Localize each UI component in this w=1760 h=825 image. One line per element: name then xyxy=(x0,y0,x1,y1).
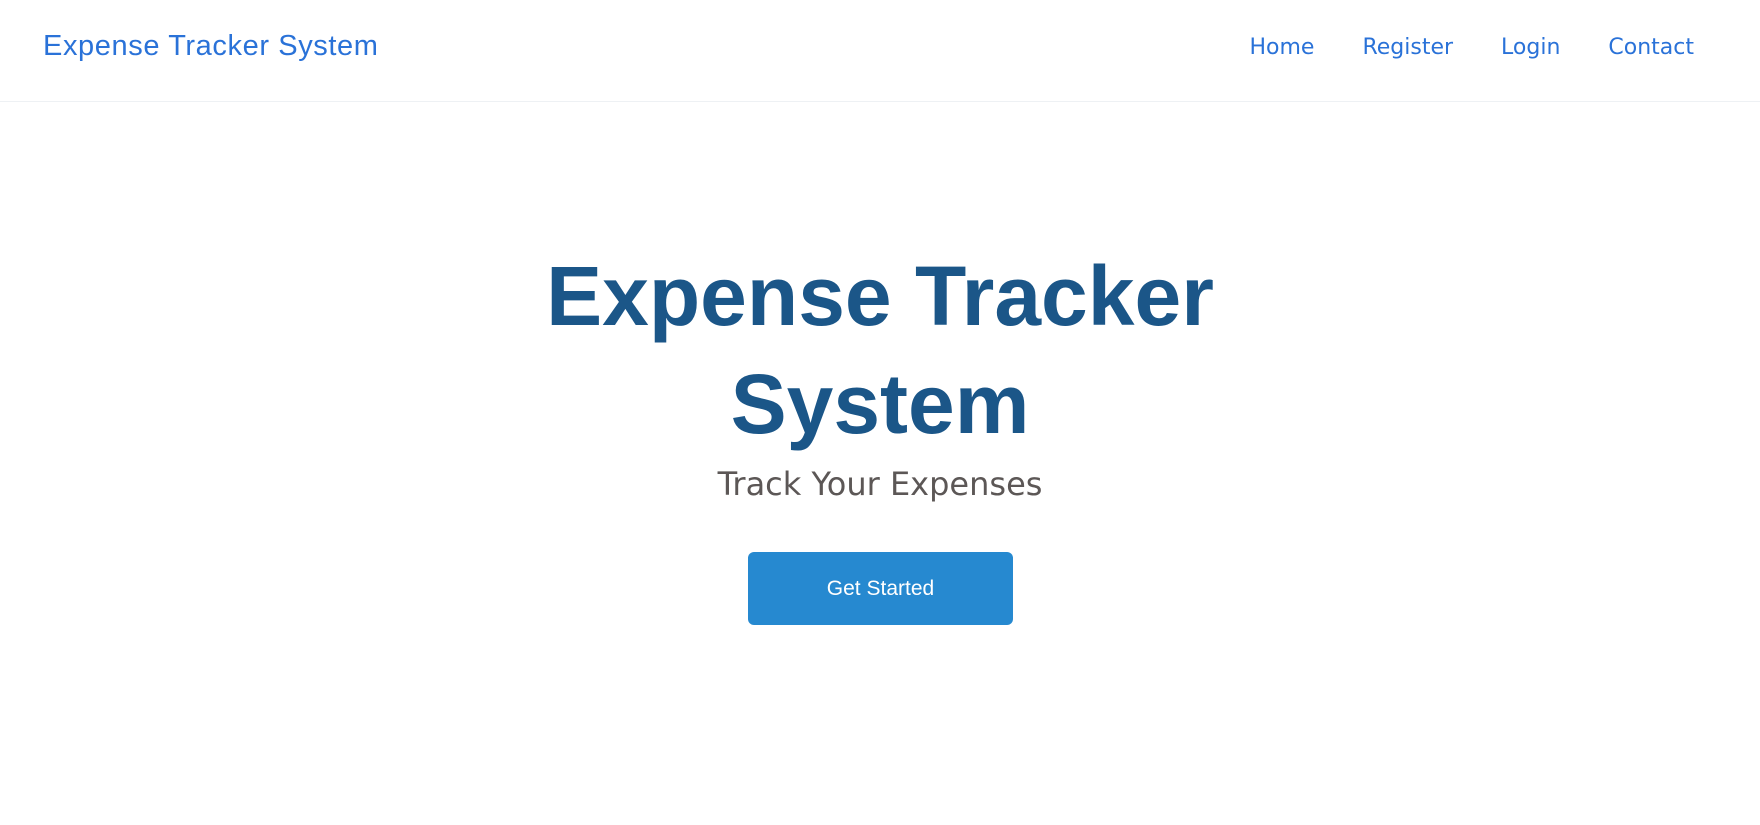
navbar: Expense Tracker System Home Register Log… xyxy=(0,0,1760,102)
nav-links: Home Register Login Contact xyxy=(1250,35,1695,60)
hero-subtitle: Track Your Expenses xyxy=(717,465,1043,503)
hero-title: Expense Tracker System xyxy=(546,249,1214,451)
nav-link-contact[interactable]: Contact xyxy=(1608,35,1694,60)
nav-link-login[interactable]: Login xyxy=(1501,35,1560,60)
get-started-button[interactable]: Get Started xyxy=(748,552,1013,625)
hero-section: Expense Tracker System Track Your Expens… xyxy=(0,102,1760,825)
brand-link[interactable]: Expense Tracker System xyxy=(43,30,379,63)
nav-link-register[interactable]: Register xyxy=(1362,35,1453,60)
nav-link-home[interactable]: Home xyxy=(1250,35,1315,60)
